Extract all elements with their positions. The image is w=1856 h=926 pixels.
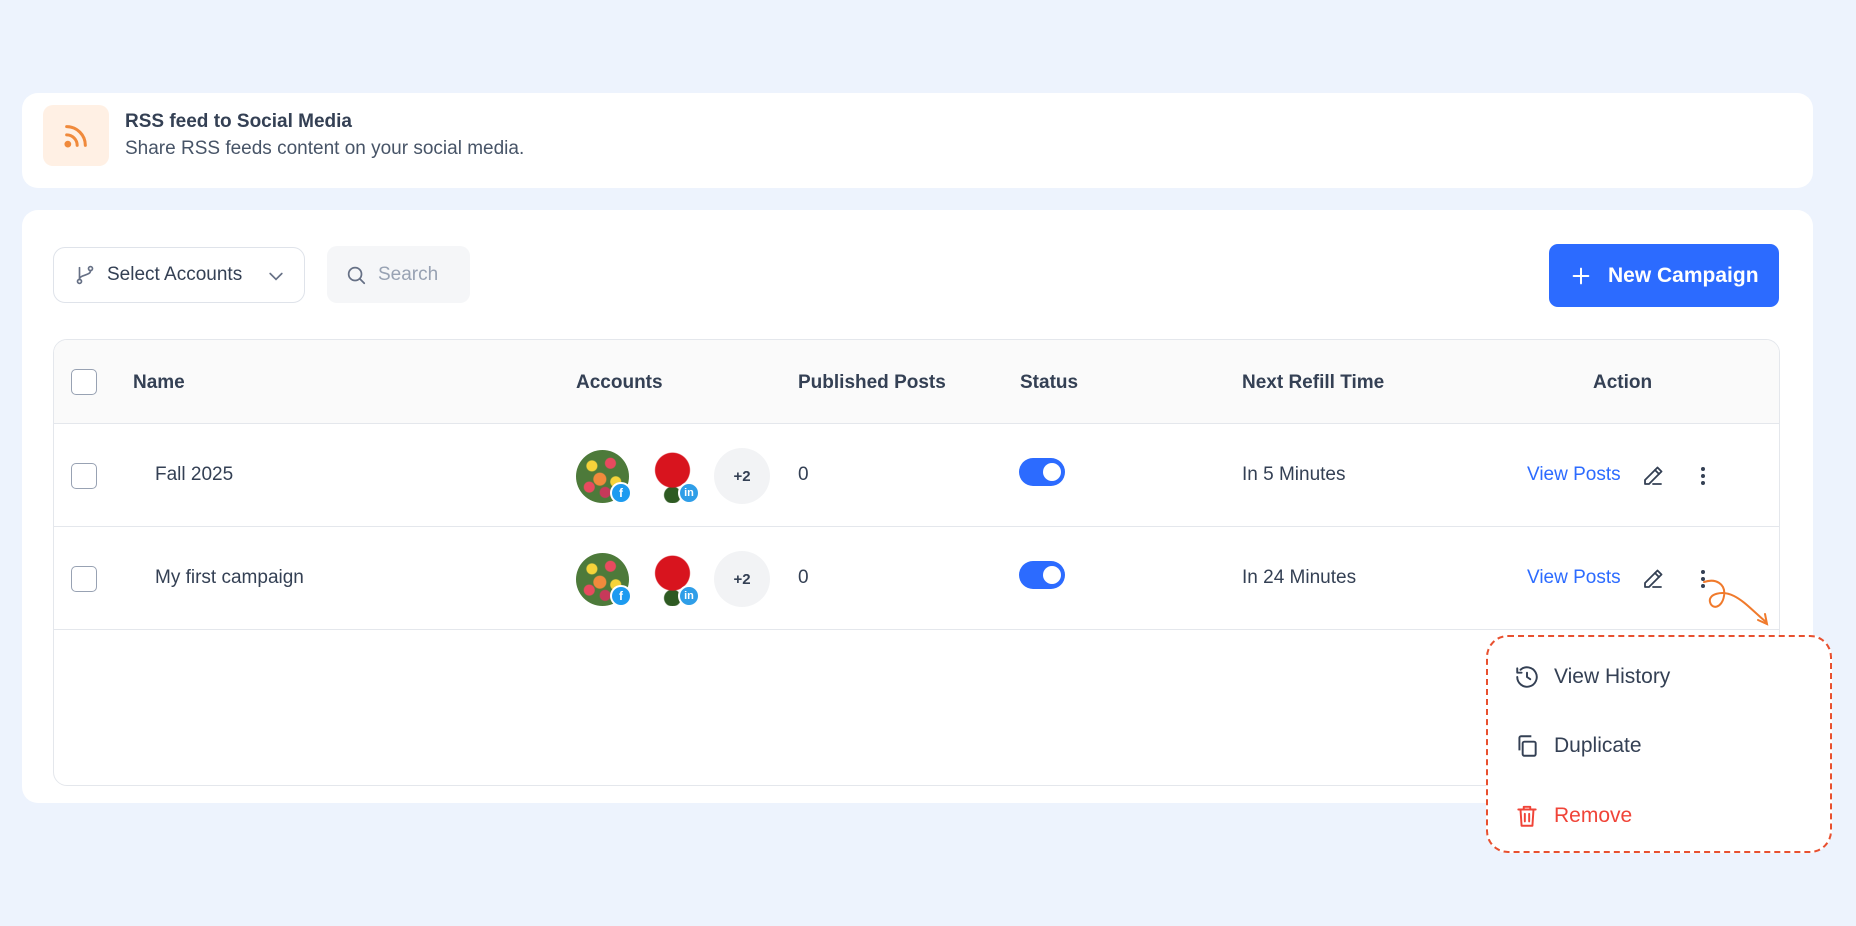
row-checkbox[interactable]: [71, 463, 97, 489]
linkedin-icon: in: [678, 482, 700, 504]
col-next-refill-time: Next Refill Time: [1242, 372, 1385, 393]
annotation-arrow-icon: [1703, 579, 1769, 626]
search-input[interactable]: [378, 263, 458, 286]
search-box: [327, 246, 470, 303]
select-accounts-dropdown[interactable]: Select Accounts: [53, 247, 305, 303]
menu-item-remove[interactable]: Remove: [1514, 803, 1632, 829]
col-published-posts: Published Posts: [798, 372, 946, 393]
copy-icon: [1518, 735, 1537, 757]
new-campaign-label: New Campaign: [1608, 263, 1759, 287]
col-action: Action: [1593, 372, 1653, 393]
more-accounts-badge[interactable]: +2: [714, 551, 770, 607]
search-icon: [347, 266, 366, 284]
view-posts-link[interactable]: View Posts: [1527, 464, 1621, 486]
row-checkbox[interactable]: [71, 566, 97, 592]
linkedin-icon: in: [678, 585, 700, 607]
facebook-icon: f: [610, 482, 632, 504]
status-toggle[interactable]: [1019, 561, 1065, 589]
menu-item-label: Remove: [1554, 804, 1633, 827]
more-accounts-badge[interactable]: +2: [714, 448, 770, 504]
page-title: RSS feed to Social Media: [125, 111, 352, 132]
col-name: Name: [133, 372, 185, 393]
status-toggle[interactable]: [1019, 458, 1065, 486]
col-status: Status: [1020, 372, 1079, 393]
table-header: Name Accounts Published Posts Status Nex…: [54, 340, 1779, 424]
next-refill-time: In 24 Minutes: [1242, 567, 1357, 588]
branch-icon: [76, 265, 94, 285]
new-campaign-button[interactable]: New Campaign: [1549, 244, 1779, 307]
rss-badge: [43, 105, 109, 166]
header-card: RSS feed to Social Media Share RSS feeds…: [22, 93, 1813, 188]
col-accounts: Accounts: [576, 372, 663, 393]
page-subtitle: Share RSS feeds content on your social m…: [125, 138, 525, 159]
campaign-name: Fall 2025: [155, 464, 234, 485]
plus-icon: [1572, 267, 1590, 284]
row-actions-menu: View History Duplicate Remove: [1486, 635, 1832, 853]
table-row: Fall 2025 f in +2 0 In 5 Minutes View Po…: [54, 424, 1779, 527]
chevron-down-icon: [269, 272, 283, 281]
more-options-icon[interactable]: [1691, 464, 1715, 488]
rss-icon: [64, 124, 87, 148]
table-row: My first campaign f in +2 0 In 24 Minute…: [54, 527, 1779, 630]
trash-icon: [1517, 805, 1537, 827]
select-accounts-label: Select Accounts: [107, 264, 243, 285]
select-all-checkbox[interactable]: [71, 369, 97, 395]
history-icon: [1516, 666, 1538, 688]
menu-item-duplicate[interactable]: Duplicate: [1514, 733, 1642, 759]
campaign-name: My first campaign: [155, 567, 304, 588]
menu-item-label: Duplicate: [1554, 734, 1642, 757]
edit-icon[interactable]: [1641, 567, 1665, 591]
view-posts-link[interactable]: View Posts: [1527, 567, 1621, 589]
published-posts-count: 0: [798, 567, 809, 588]
published-posts-count: 0: [798, 464, 809, 485]
facebook-icon: f: [610, 585, 632, 607]
edit-icon[interactable]: [1641, 464, 1665, 488]
menu-item-label: View History: [1554, 665, 1671, 688]
menu-item-view-history[interactable]: View History: [1514, 664, 1670, 690]
next-refill-time: In 5 Minutes: [1242, 464, 1346, 485]
